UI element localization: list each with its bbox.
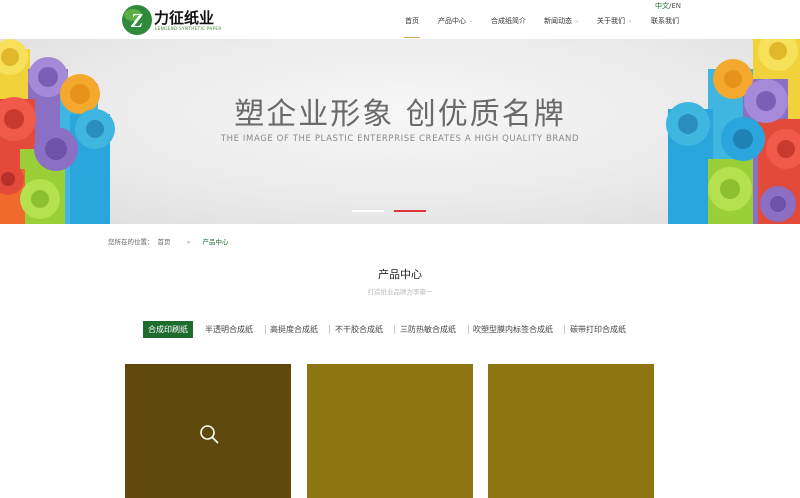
breadcrumb: 您所在的位置： 首页 » 产品中心 [108, 236, 232, 246]
nav-item-intro[interactable]: 合成纸简介 [491, 16, 526, 38]
breadcrumb-home-link[interactable]: 首页 [158, 238, 171, 246]
chevron-down-icon: ⌄ [628, 18, 633, 24]
logo-mark-icon: Z [122, 5, 152, 35]
nav-item-news[interactable]: 新闻动态 ⌄ [544, 16, 579, 38]
nav-item-label: 合成纸简介 [491, 17, 526, 25]
nav-item-label: 新闻动态 [544, 17, 572, 25]
site-header: Z 力征纸业 LENGEND SYNTHETIC PAPER 中文/EN 首页 … [0, 0, 800, 40]
product-card-1[interactable] [125, 364, 291, 498]
brand-subtitle: LENGEND SYNTHETIC PAPER [155, 26, 222, 31]
tab-translucent-paper[interactable]: 半透明合成纸 [200, 321, 258, 338]
nav-item-about[interactable]: 关于我们 ⌄ [597, 16, 632, 38]
product-card-2[interactable] [307, 364, 473, 498]
logo-letter: Z [130, 10, 143, 32]
tab-thermal-paper[interactable]: 三防热敏合成纸 [395, 321, 461, 338]
hero-banner[interactable]: 塑企业形象 创优质名牌 THE IMAGE OF THE PLASTIC ENT… [0, 39, 800, 224]
site-logo[interactable]: Z 力征纸业 LENGEND SYNTHETIC PAPER [121, 4, 221, 36]
tab-high-stiffness-paper[interactable]: 高挺度合成纸 [265, 321, 323, 338]
banner-title: 塑企业形象 创优质名牌 [234, 97, 566, 132]
search-icon[interactable] [199, 424, 219, 444]
nav-item-label: 首页 [405, 17, 419, 25]
slider-dot-2-active[interactable] [394, 210, 426, 212]
lang-cn-link[interactable]: 中文 [655, 2, 669, 10]
breadcrumb-separator: » [186, 238, 191, 246]
chevron-down-icon: ⌄ [469, 18, 474, 24]
tab-ribbon-print-paper[interactable]: 碳带打印合成纸 [565, 321, 631, 338]
tab-in-mold-label-paper[interactable]: 吹塑型膜内标签合成纸 [468, 321, 558, 338]
section-subtitle: 打造纸业品牌为李豪一 [367, 288, 433, 296]
language-switch: 中文/EN [655, 1, 681, 11]
nav-item-home[interactable]: 首页 [404, 16, 420, 38]
nav-item-label: 产品中心 [438, 17, 466, 25]
nav-item-label: 关于我们 [597, 17, 625, 25]
product-card-3[interactable] [488, 364, 654, 498]
nav-item-contact[interactable]: 联系我们 [651, 16, 679, 38]
lang-en-link[interactable]: EN [671, 2, 681, 10]
slider-dot-1[interactable] [352, 210, 384, 212]
tab-printing-paper[interactable]: 合成印刷纸 [143, 321, 193, 338]
breadcrumb-current: 产品中心 [202, 238, 229, 246]
breadcrumb-prefix: 您所在的位置： [108, 238, 154, 246]
chevron-down-icon: ⌄ [575, 18, 580, 24]
nav-item-label: 联系我们 [651, 17, 679, 25]
section-title: 产品中心 [378, 268, 422, 281]
tab-adhesive-paper[interactable]: 不干胶合成纸 [330, 321, 388, 338]
brand-name: 力征纸业 [154, 9, 215, 27]
banner-subtitle: THE IMAGE OF THE PLASTIC ENTERPRISE CREA… [220, 134, 580, 144]
nav-item-products[interactable]: 产品中心 ⌄ [438, 16, 473, 38]
